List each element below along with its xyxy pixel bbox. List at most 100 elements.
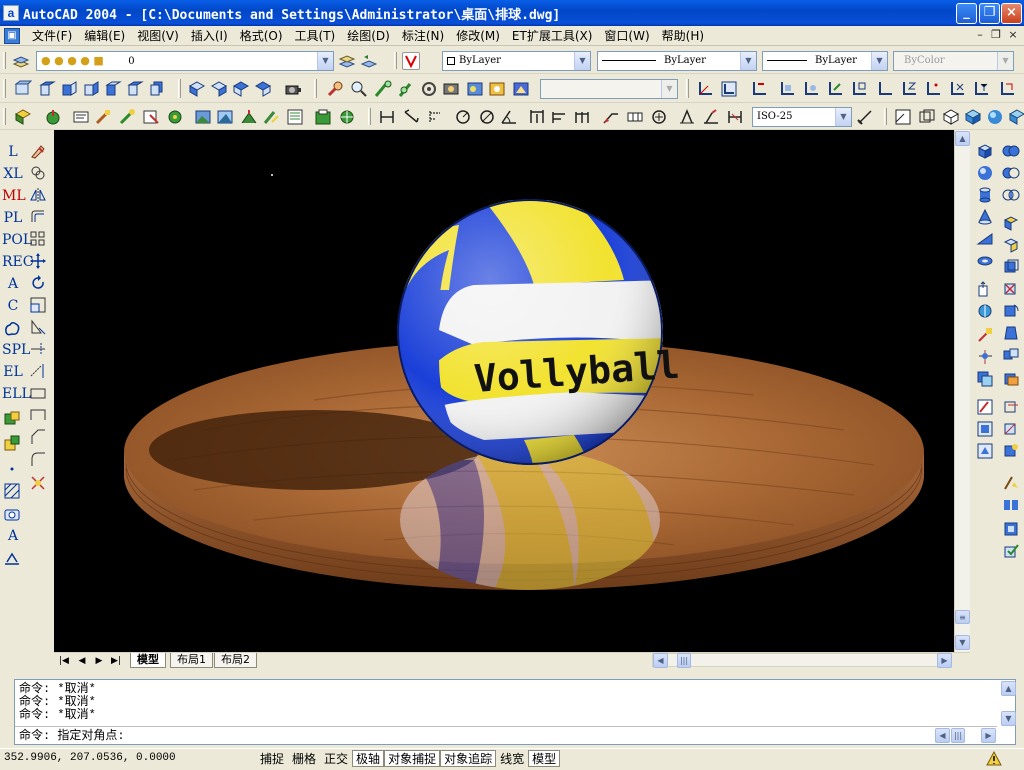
dimstyle-combo[interactable]: ISO-25 ▼ — [752, 107, 852, 127]
aligned-dimension-icon[interactable] — [402, 108, 420, 126]
toolbar-grip[interactable] — [178, 79, 181, 98]
minimize-button[interactable]: _ — [956, 3, 977, 24]
linear-dimension-icon[interactable] — [378, 108, 396, 126]
text-mask-icon[interactable] — [94, 108, 112, 126]
extrude-icon[interactable] — [976, 280, 994, 298]
ucs-dialog-icon[interactable] — [720, 80, 738, 98]
color-edges-icon[interactable] — [1002, 420, 1020, 438]
check-icon[interactable] — [1002, 542, 1020, 560]
baseline-dimension-icon[interactable] — [550, 108, 568, 126]
ucs-previous-icon[interactable] — [750, 80, 768, 98]
menu-view[interactable]: 视图(V) — [131, 28, 185, 44]
pline-command-button[interactable]: PL — [2, 208, 24, 228]
interference-icon[interactable] — [976, 370, 994, 388]
hatch-icon[interactable] — [3, 482, 21, 500]
scroll-up-button[interactable]: ▲ — [955, 131, 970, 146]
y-rotate-ucs-icon[interactable] — [972, 80, 990, 98]
toolbar-grip[interactable] — [368, 108, 371, 125]
circle-command-button[interactable]: C — [2, 296, 24, 316]
menu-help[interactable]: 帮助(H) — [656, 28, 710, 44]
flat-shaded-icon[interactable] — [964, 108, 982, 126]
setup-drawing-icon[interactable] — [976, 398, 994, 416]
sphere-solid-icon[interactable] — [976, 164, 994, 182]
region-icon[interactable] — [3, 506, 21, 524]
separate-icon[interactable] — [1002, 496, 1020, 514]
2d-wireframe-icon[interactable] — [894, 108, 912, 126]
color-combo[interactable]: ByLayer ▼ — [442, 51, 591, 71]
otrack-toggle[interactable]: 对象追踪 — [440, 750, 497, 767]
se-isometric-icon[interactable] — [210, 80, 228, 98]
quick-dimension-icon[interactable] — [528, 108, 546, 126]
angular-dimension-icon[interactable] — [500, 108, 518, 126]
subtract-icon[interactable] — [1002, 164, 1020, 182]
menu-draw[interactable]: 绘图(D) — [341, 28, 396, 44]
apply-ucs-icon[interactable] — [998, 80, 1016, 98]
zoom-extents-icon[interactable] — [374, 80, 392, 98]
command-scroll-up-button[interactable]: ▲ — [1001, 681, 1016, 696]
named-views-icon[interactable] — [14, 80, 33, 98]
image-icon[interactable] — [194, 108, 212, 126]
chevron-down-icon[interactable]: ▼ — [740, 52, 756, 70]
express-blocks-icon[interactable] — [14, 108, 32, 126]
z-axis-ucs-icon[interactable] — [900, 80, 918, 98]
restore-button[interactable]: ❐ — [979, 3, 1000, 24]
document-icon[interactable]: ▣ — [4, 28, 20, 44]
array-icon[interactable] — [29, 230, 47, 248]
trim-icon[interactable] — [29, 340, 47, 358]
previous-tab-button[interactable]: ◀ — [74, 654, 90, 668]
layer-previous-icon[interactable] — [360, 52, 378, 70]
snap-toggle[interactable]: 捕捉 — [256, 750, 288, 767]
polygon-command-button[interactable]: POL — [2, 230, 32, 250]
zoom-realtime-icon[interactable] — [326, 80, 344, 98]
box-solid-icon[interactable] — [976, 142, 994, 160]
radius-dimension-icon[interactable] — [454, 108, 472, 126]
hidden-shading-icon[interactable] — [942, 108, 960, 126]
quick-leader-icon[interactable] — [602, 108, 620, 126]
make-block-icon[interactable] — [3, 434, 21, 452]
menu-format[interactable]: 格式(O) — [234, 28, 289, 44]
stretch-icon[interactable] — [29, 318, 47, 336]
first-tab-button[interactable]: |◀ — [56, 654, 72, 668]
toolbar-grip[interactable] — [3, 108, 6, 125]
make-object-layer-current-icon[interactable] — [338, 52, 356, 70]
image-clip-icon[interactable] — [216, 108, 234, 126]
shell-icon[interactable] — [1002, 520, 1020, 538]
menu-file[interactable]: 文件(F) — [26, 28, 78, 44]
menu-dimension[interactable]: 标注(N) — [396, 28, 450, 44]
extend-icon[interactable] — [29, 362, 47, 380]
menu-edit[interactable]: 编辑(E) — [78, 28, 131, 44]
doc-restore-button[interactable]: ❐ — [988, 29, 1004, 43]
toolbar-grip[interactable] — [686, 79, 689, 98]
model-space-toggle[interactable]: 模型 — [528, 750, 561, 767]
tab-model[interactable]: 模型 — [130, 653, 166, 668]
object-ucs-icon[interactable] — [802, 80, 820, 98]
toolbar-grip[interactable] — [3, 52, 6, 69]
camera-icon[interactable] — [284, 80, 302, 98]
xline-command-button[interactable]: XL — [2, 164, 24, 184]
wedge-solid-icon[interactable] — [976, 230, 994, 248]
ucs-icon[interactable] — [696, 80, 714, 98]
scenes-icon[interactable] — [512, 80, 530, 98]
cone-solid-icon[interactable] — [976, 208, 994, 226]
coordinate-readout[interactable]: 352.9906, 207.0536, 0.0000 — [4, 752, 176, 764]
dimension-edit-icon[interactable] — [678, 108, 696, 126]
slice-icon[interactable] — [976, 348, 994, 366]
copy-faces-icon[interactable] — [1002, 346, 1020, 364]
polar-toggle[interactable]: 极轴 — [352, 750, 385, 767]
move-faces-icon[interactable] — [1002, 236, 1020, 254]
drawing-viewport[interactable]: Vollyball — [54, 130, 954, 652]
nw-isometric-icon[interactable] — [254, 80, 272, 98]
last-tab-button[interactable]: ▶| — [108, 654, 124, 668]
render-icon[interactable] — [442, 80, 460, 98]
mtext-command-button[interactable]: A — [2, 526, 24, 546]
lights-icon[interactable] — [488, 80, 506, 98]
scale-icon[interactable] — [29, 296, 47, 314]
color-faces-icon[interactable] — [1002, 370, 1020, 388]
x-rotate-ucs-icon[interactable] — [948, 80, 966, 98]
intersect-icon[interactable] — [1002, 186, 1020, 204]
torus-solid-icon[interactable] — [976, 252, 994, 270]
materials-icon[interactable] — [466, 80, 484, 98]
scroll-down-button[interactable]: ▼ — [955, 635, 970, 650]
delete-faces-icon[interactable] — [1002, 280, 1020, 298]
mirror-icon[interactable] — [29, 186, 47, 204]
